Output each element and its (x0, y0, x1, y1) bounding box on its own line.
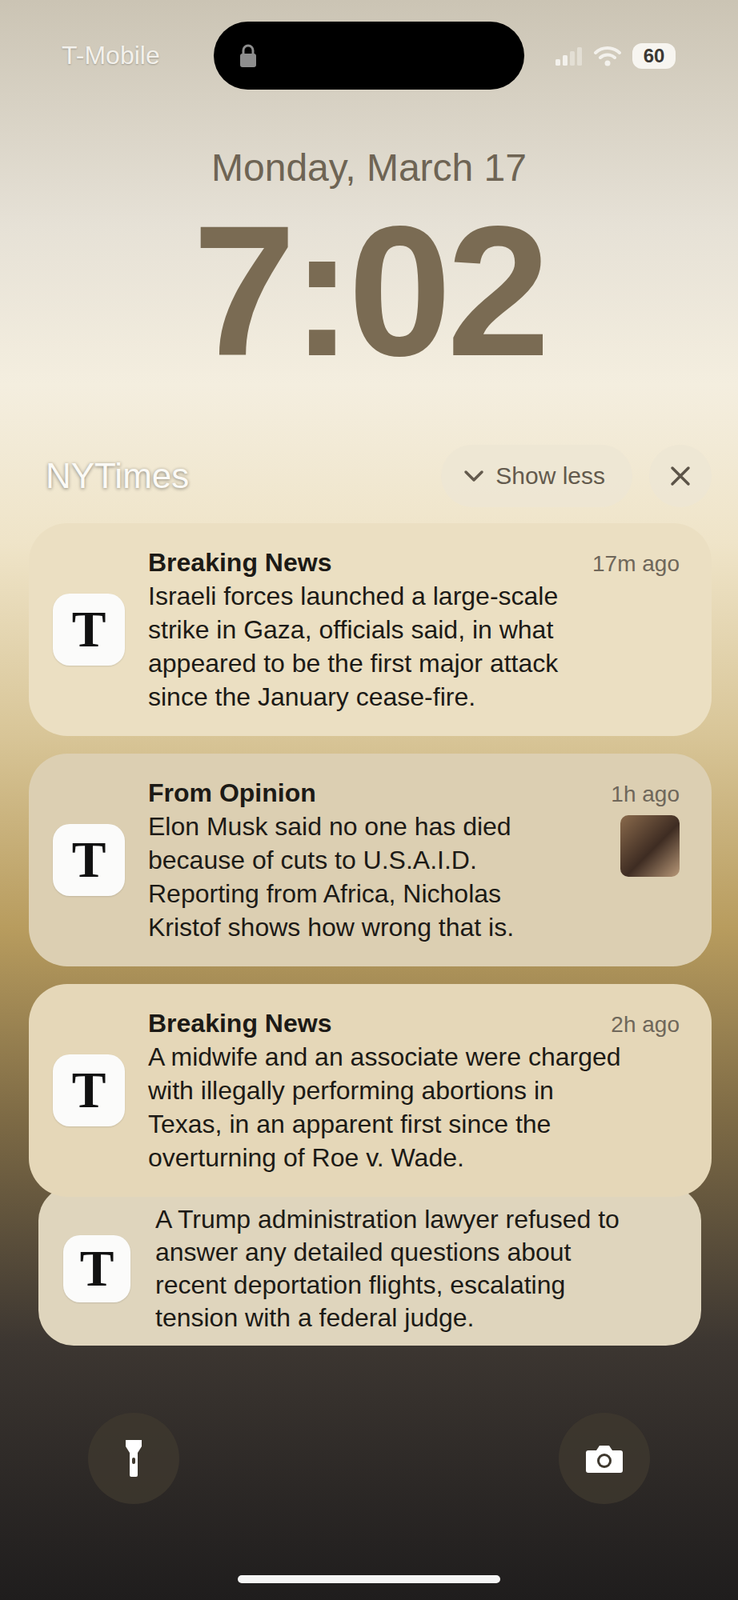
notification-line: A midwife and an associate were charged (148, 1040, 696, 1075)
signal-icon (555, 46, 583, 66)
app-icon-letter: T (72, 834, 107, 887)
notification-time: 2h ago (610, 1012, 680, 1039)
flashlight-icon (121, 1439, 146, 1480)
lock-date: Monday, March 17 (0, 144, 738, 192)
notification-text: Israeli forces launched a large-scalestr… (148, 579, 696, 714)
notification-title: From Opinion (148, 776, 317, 811)
notification-header: Breaking News 2h ago (148, 1006, 696, 1041)
group-app-name: NYTimes (45, 456, 442, 497)
notification-card[interactable]: T Breaking News 17m agoIsraeli forces laun… (28, 523, 712, 737)
notification-line: Kristof shows how wrong that is. (148, 910, 611, 945)
notification-line: Elon Musk said no one has died (148, 810, 611, 844)
lock-icon (237, 43, 259, 69)
show-less-label: Show less (495, 462, 606, 490)
notification-text: Elon Musk said no one has diedbecause of… (148, 810, 611, 945)
close-button[interactable] (649, 445, 712, 508)
nytimes-app-icon: T (52, 593, 125, 666)
notification-body: Elon Musk said no one has diedbecause of… (148, 810, 696, 945)
notification-line: appeared to be the first major attack (148, 646, 696, 681)
nytimes-app-icon: T (52, 824, 125, 897)
close-icon (669, 465, 692, 488)
carrier-area: T-Mobile (0, 40, 214, 71)
nytimes-app-icon: T (52, 1054, 125, 1128)
notification-body: Israeli forces launched a large-scalestr… (148, 579, 696, 714)
carrier-label: T-Mobile (61, 40, 161, 70)
notification-title: Breaking News (148, 1006, 332, 1041)
lock-time: 7:02 (0, 192, 738, 390)
notification-line: Reporting from Africa, Nicholas (148, 877, 611, 911)
chevron-down-icon (463, 469, 485, 483)
notification-line: Texas, in an apparent first since the (148, 1107, 696, 1142)
notification-line: because of cuts to U.S.A.I.D. (148, 843, 611, 878)
notification-content: Breaking News 2h agoA midwife and an asso… (148, 1006, 712, 1176)
notification-text: A midwife and an associate were chargedw… (148, 1040, 696, 1176)
status-bar: T-Mobile 60 (0, 21, 738, 90)
flashlight-button[interactable] (88, 1413, 180, 1505)
notification-card[interactable]: T From Opinion 1h agoElon Musk said no one… (28, 754, 712, 967)
notification-line: tension with a federal judge. (155, 1302, 686, 1336)
notification-body: A midwife and an associate were chargedw… (148, 1040, 696, 1176)
show-less-button[interactable]: Show less (441, 445, 633, 508)
app-icon-letter: T (80, 1243, 115, 1296)
notification-card[interactable]: T A Trump administration lawyer refused t… (38, 1186, 702, 1347)
notification-text: A Trump administration lawyer refused to… (155, 1203, 686, 1336)
status-icons: 60 (524, 43, 738, 69)
notification-header: From Opinion 1h ago (148, 776, 696, 811)
nytimes-app-icon: T (63, 1235, 131, 1304)
notification-time: 1h ago (610, 782, 680, 808)
app-icon-letter: T (72, 1065, 107, 1117)
notification-list: T Breaking News 17m agoIsraeli forces laun… (28, 523, 712, 1347)
battery-level: 60 (632, 43, 676, 69)
notification-line: with illegally performing abortions in (148, 1074, 696, 1108)
bottom-area (0, 1413, 738, 1600)
dynamic-island (213, 21, 525, 90)
notification-time: 17m ago (592, 551, 680, 578)
notification-line: recent deportation flights, escalating (155, 1269, 686, 1303)
notification-content: Breaking News 17m agoIsraeli forces launc… (148, 545, 712, 714)
notification-content: From Opinion 1h agoElon Musk said no one … (148, 776, 712, 945)
notification-line: strike in Gaza, officials said, in what (148, 613, 696, 647)
notification-line: Israeli forces launched a large-scale (148, 579, 696, 614)
camera-icon (585, 1443, 624, 1475)
notification-body: A Trump administration lawyer refused to… (155, 1203, 686, 1336)
notification-title: Breaking News (148, 545, 332, 580)
notification-card[interactable]: T Breaking News 2h agoA midwife and an ass… (28, 984, 712, 1198)
wifi-icon (593, 45, 622, 67)
camera-button[interactable] (558, 1413, 650, 1505)
notification-group-header: NYTimes Show less (0, 445, 738, 508)
notification-line: overturning of Roe v. Wade. (148, 1141, 696, 1176)
quick-controls (0, 1413, 738, 1505)
home-indicator[interactable] (237, 1576, 501, 1585)
notification-content: A Trump administration lawyer refused to… (155, 1203, 702, 1336)
notification-line: answer any detailed questions about (155, 1236, 686, 1270)
app-icon-letter: T (72, 604, 107, 656)
notification-thumbnail (620, 815, 680, 878)
notification-line: since the January cease-fire. (148, 680, 696, 714)
notification-line: A Trump administration lawyer refused to (155, 1203, 686, 1237)
notification-header: Breaking News 17m ago (148, 545, 696, 580)
